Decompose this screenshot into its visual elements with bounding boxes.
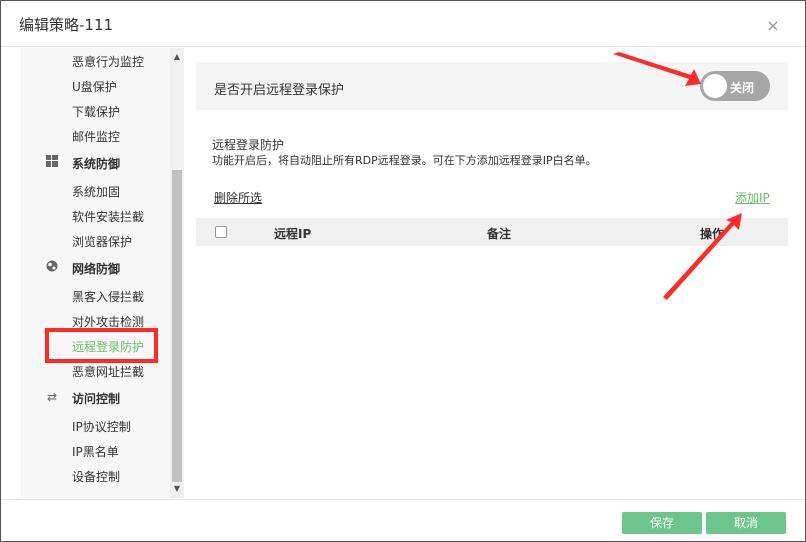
globe-icon	[45, 260, 59, 274]
sidebar-group-label: 访问控制	[72, 392, 121, 406]
sidebar: 恶意行为监控 U盘保护 下载保护 邮件监控 系统防御 系统加固 软件安装拦截 浏…	[21, 48, 184, 498]
remote-login-toggle[interactable]: 关闭	[700, 71, 770, 101]
sidebar-item-download-protection[interactable]: 下载保护	[72, 103, 120, 120]
toggle-state-text: 关闭	[730, 81, 755, 95]
sidebar-group-label: 系统防御	[72, 157, 121, 171]
section-description: 功能开启后，将自动阻止所有RDP远程登录。可在下方添加远程登录IP白名单。	[212, 154, 597, 167]
sidebar-item-system-hardening[interactable]: 系统加固	[72, 183, 120, 200]
dialog-title: 编辑策略-111	[19, 16, 114, 34]
sidebar-item-usb-protection[interactable]: U盘保护	[72, 78, 117, 95]
remote-login-toggle-row: 是否开启远程登录保护 关闭	[196, 62, 788, 110]
delete-selected-link[interactable]: 删除所选	[214, 189, 262, 206]
column-header-action: 操作	[700, 227, 725, 241]
toggle-label: 是否开启远程登录保护	[214, 83, 345, 98]
highlight-box	[45, 328, 158, 363]
add-ip-link[interactable]: 添加IP	[735, 189, 770, 206]
sidebar-item-device-control[interactable]: 设备控制	[72, 468, 120, 485]
sidebar-item-ip-blacklist[interactable]: IP黑名单	[72, 443, 119, 460]
sidebar-item-ip-protocol-control[interactable]: IP协议控制	[72, 418, 131, 435]
sidebar-group-system-defense[interactable]: 系统防御	[21, 153, 171, 175]
save-button[interactable]: 保存	[622, 512, 702, 534]
select-all-checkbox[interactable]	[215, 226, 227, 238]
sidebar-item-hacker-intrusion-block[interactable]: 黑客入侵拦截	[72, 288, 144, 305]
sidebar-group-access-control[interactable]: ⇄ 访问控制	[21, 388, 171, 410]
windows-icon	[45, 155, 59, 169]
dialog-footer: 保存 取消	[1, 499, 805, 541]
sidebar-scrollbar[interactable]: ▲ ▼	[170, 48, 184, 498]
title-bar: 编辑策略-111 ×	[1, 1, 805, 47]
sidebar-group-label: 网络防御	[72, 262, 121, 276]
ip-table-header: 远程IP 备注 操作	[196, 218, 788, 246]
scroll-up-icon[interactable]: ▲	[170, 52, 184, 62]
sidebar-group-network-defense[interactable]: 网络防御	[21, 258, 171, 280]
scroll-thumb[interactable]	[172, 170, 182, 482]
sidebar-item-browser-protection[interactable]: 浏览器保护	[72, 233, 132, 250]
sidebar-item-malicious-behavior[interactable]: 恶意行为监控	[72, 53, 144, 70]
column-header-note: 备注	[487, 227, 512, 241]
sidebar-item-software-install-block[interactable]: 软件安装拦截	[72, 208, 144, 225]
close-icon[interactable]: ×	[765, 18, 781, 34]
main-panel: 是否开启远程登录保护 关闭 远程登录防护 功能开启后，将自动阻止所有RDP远程登…	[184, 48, 805, 498]
edit-policy-dialog: 编辑策略-111 × 恶意行为监控 U盘保护 下载保护 邮件监控 系统防御 系统…	[0, 0, 806, 542]
scroll-down-icon[interactable]: ▼	[170, 484, 184, 494]
section-title: 远程登录防护	[212, 138, 285, 152]
cancel-button[interactable]: 取消	[706, 512, 786, 534]
column-header-remote-ip: 远程IP	[274, 227, 312, 241]
transfer-icon: ⇄	[46, 390, 58, 404]
toggle-knob	[703, 74, 727, 98]
sidebar-item-malicious-url-block[interactable]: 恶意网址拦截	[72, 363, 144, 380]
sidebar-item-mail-monitor[interactable]: 邮件监控	[72, 128, 120, 145]
